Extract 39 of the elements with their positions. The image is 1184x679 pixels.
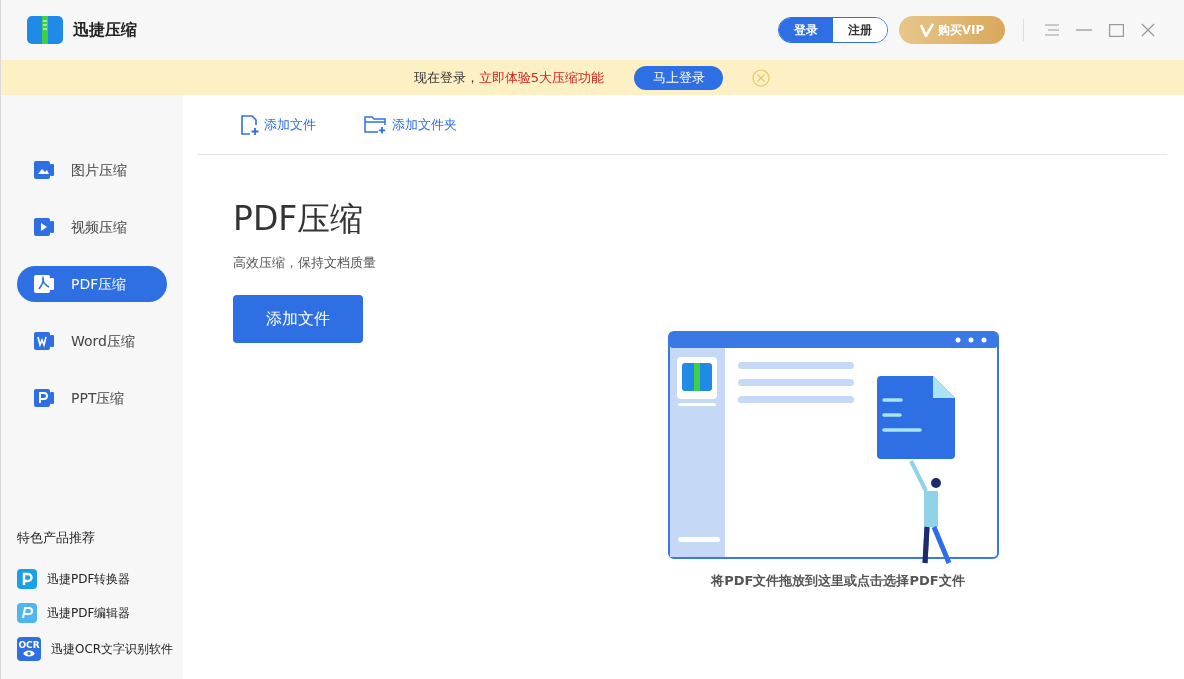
sidebar-item[interactable]: Word压缩 xyxy=(17,323,167,359)
banner-text: 现在登录， xyxy=(413,68,479,87)
video-file-icon xyxy=(34,216,54,238)
image-file-icon xyxy=(34,159,54,181)
dismiss-button[interactable] xyxy=(751,67,772,88)
folder-add-icon xyxy=(364,115,388,134)
banner-highlight: 立即体验5大压缩功能 xyxy=(478,68,605,87)
sidebar-item[interactable]: 视频压缩 xyxy=(17,209,167,245)
register-button[interactable]: 注册 xyxy=(833,18,887,42)
v-letter-icon xyxy=(919,23,934,37)
page-subtitle: 高效压缩，保持文档质量 xyxy=(233,254,376,272)
drop-hint: 将PDF文件拖放到这里或点击选择PDF文件 xyxy=(711,572,965,590)
close-icon xyxy=(1141,23,1155,37)
toolbar-button[interactable]: 添加文件 xyxy=(240,113,316,136)
toolbar-button[interactable]: 添加文件夹 xyxy=(364,114,457,135)
p-letter-icon xyxy=(17,569,37,589)
zip-app-logo xyxy=(27,16,63,44)
login-now-button[interactable]: 马上登录 xyxy=(634,65,724,90)
product-link[interactable]: 迅捷PDF转换器 xyxy=(17,569,183,589)
sidebar-item[interactable]: PPT压缩 xyxy=(17,380,167,416)
add-file-button[interactable]: 添加文件 xyxy=(233,294,363,343)
close-circle-icon xyxy=(752,68,771,87)
recommend-heading: 特色产品推荐 xyxy=(17,530,95,545)
ppt-file-icon xyxy=(34,387,54,409)
menu-icon xyxy=(1044,24,1060,36)
pdf-file-icon xyxy=(34,273,54,295)
maximize-icon xyxy=(1108,23,1124,37)
file-add-icon xyxy=(240,113,260,136)
page-heading: PDF压缩 xyxy=(233,198,365,240)
product-link[interactable]: OCR 迅捷OCR文字识别软件 xyxy=(17,637,183,661)
word-file-icon xyxy=(34,330,54,352)
login-button[interactable]: 登录 xyxy=(779,18,833,42)
window-title: 迅捷压缩 xyxy=(73,19,137,41)
sidebar-item[interactable]: PDF压缩 xyxy=(17,266,167,302)
ocr-eye-icon: OCR xyxy=(17,637,41,661)
product-link[interactable]: 迅捷PDF编辑器 xyxy=(17,603,183,623)
minimize-icon xyxy=(1076,29,1092,31)
sidebar-item[interactable]: 图片压缩 xyxy=(17,152,167,188)
pen-letter-icon xyxy=(17,603,37,623)
